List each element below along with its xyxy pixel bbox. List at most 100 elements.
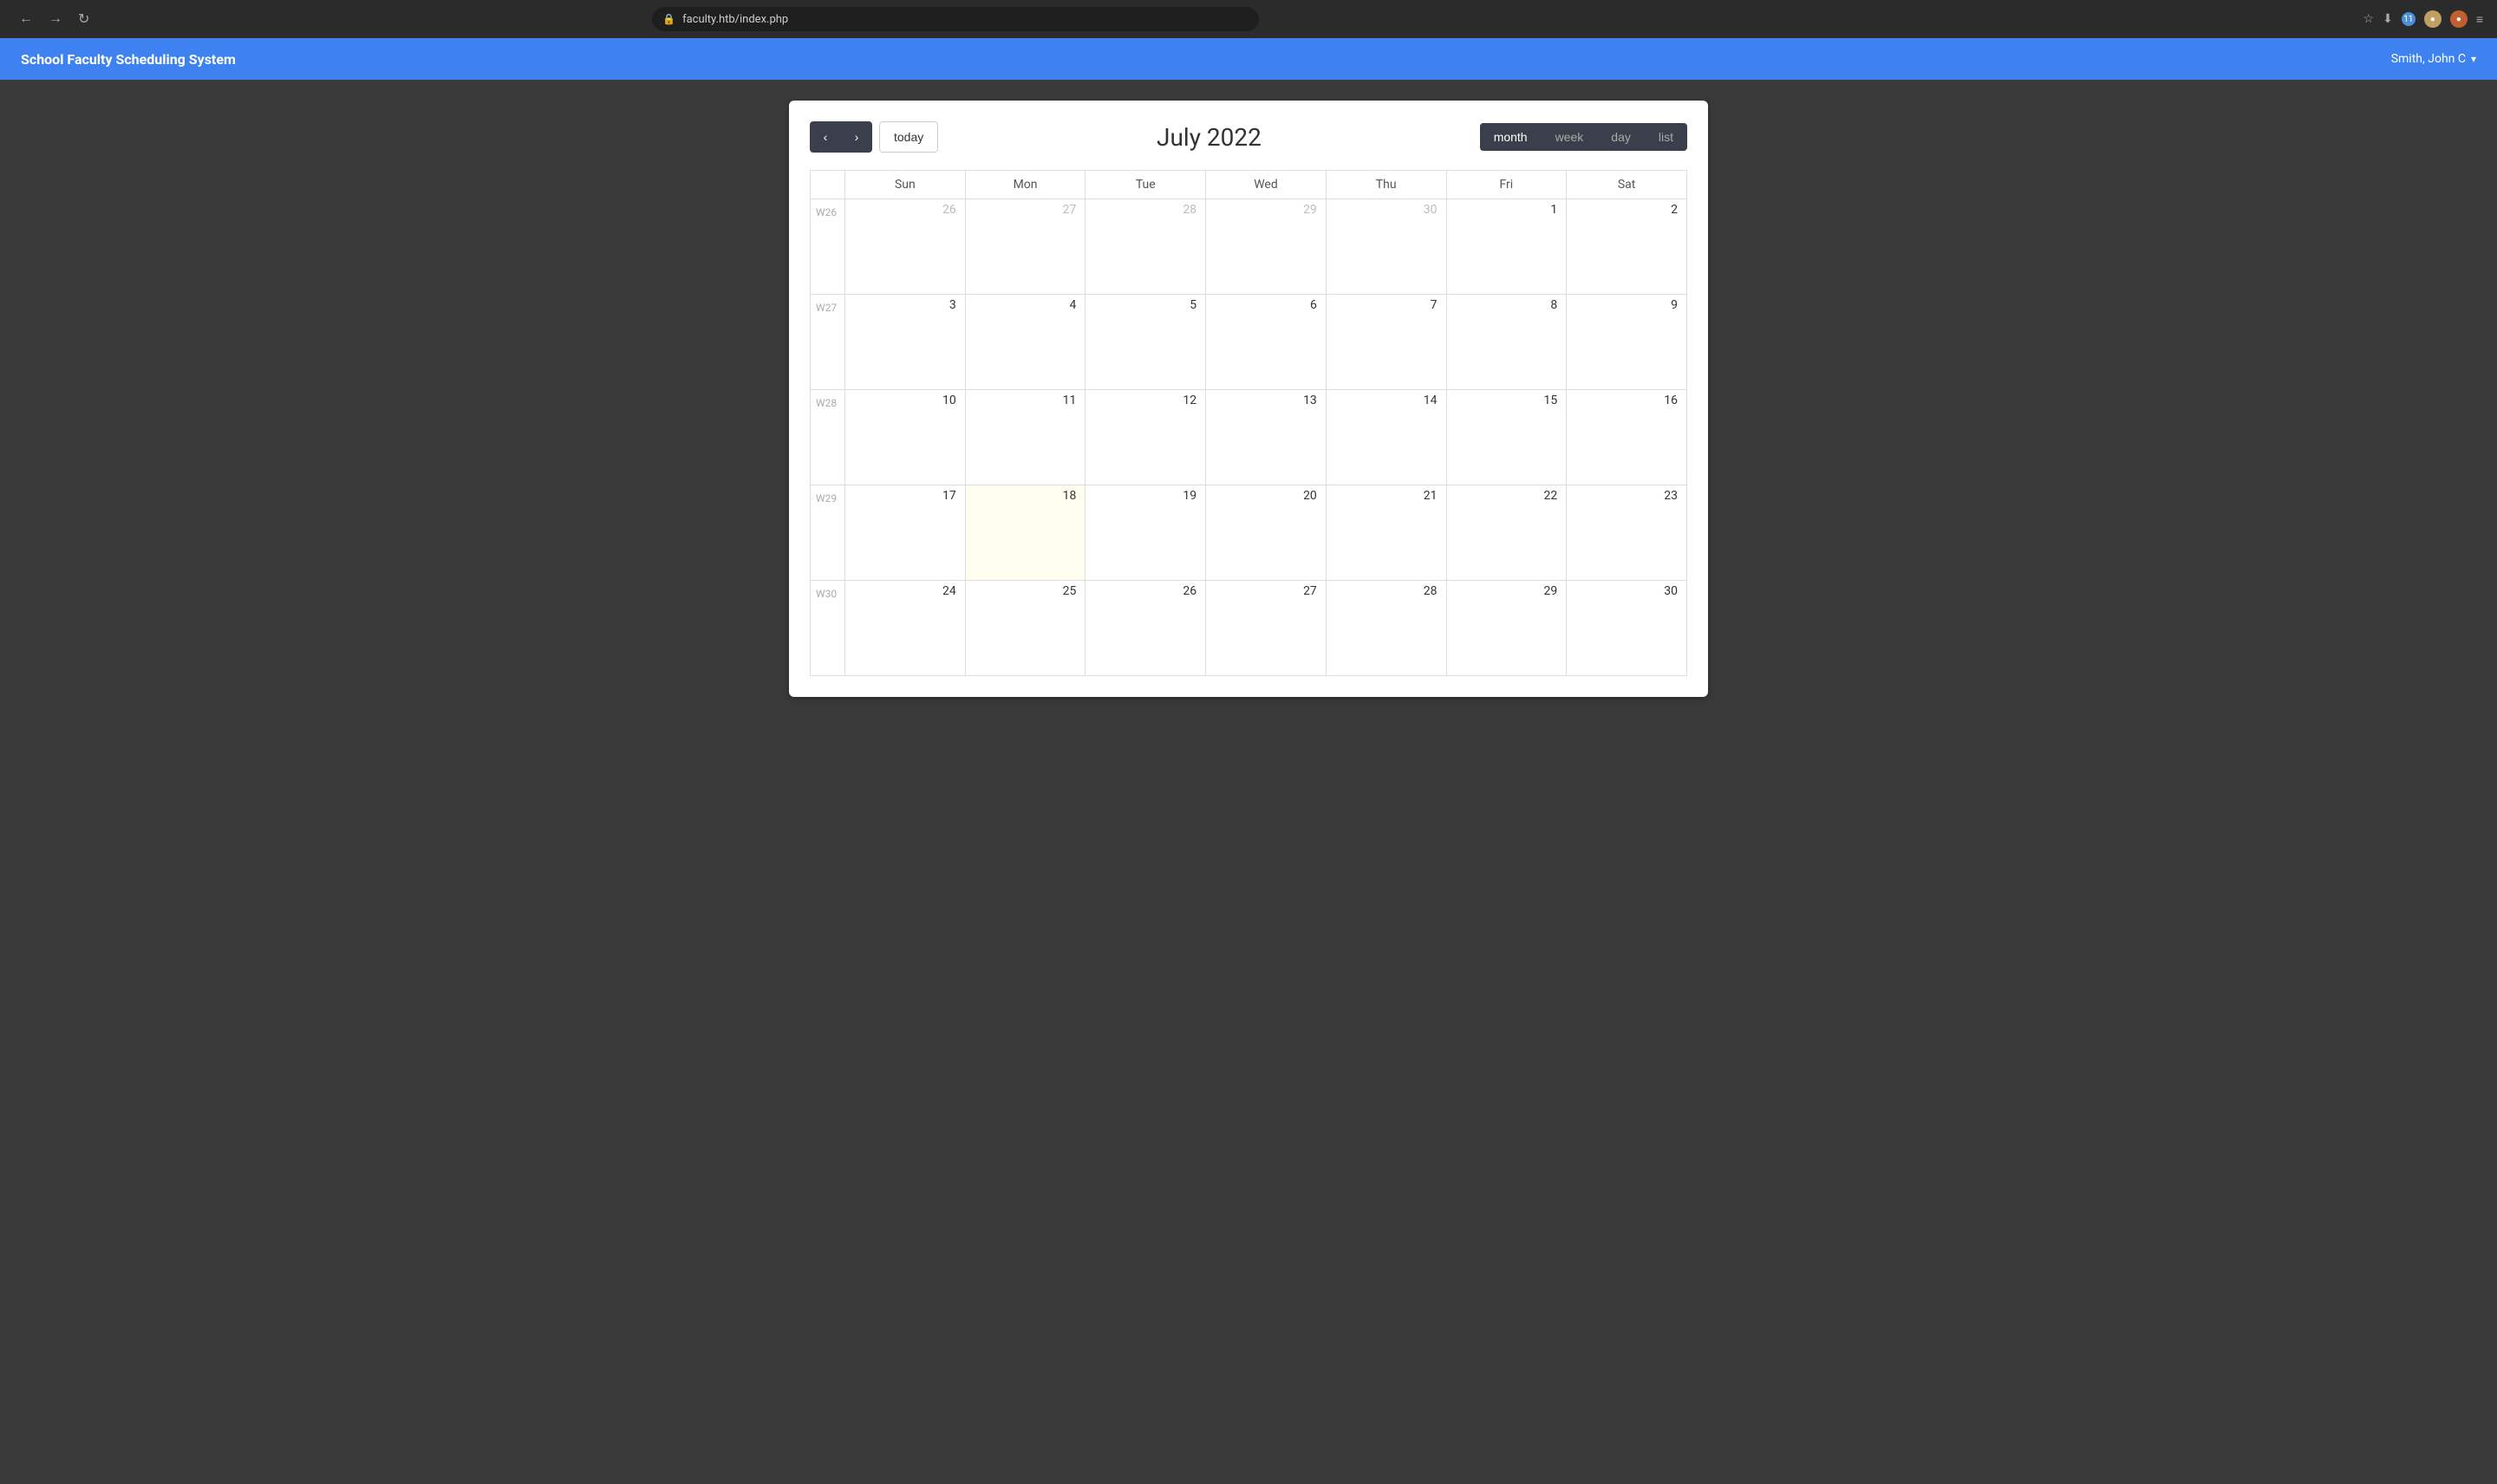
prev-button[interactable]: ‹ — [810, 121, 841, 153]
calendar-day-28-w1[interactable]: 28 — [1086, 199, 1206, 295]
view-month-button[interactable]: month — [1480, 123, 1542, 151]
calendar-day-28-w5[interactable]: 28 — [1326, 581, 1446, 676]
calendar-day-10-w3[interactable]: 10 — [845, 390, 966, 485]
view-day-button[interactable]: day — [1597, 123, 1645, 151]
calendar-day-26-w1[interactable]: 26 — [845, 199, 966, 295]
calendar-day-21-w4[interactable]: 21 — [1326, 485, 1446, 581]
calendar-day-7-w2[interactable]: 7 — [1326, 295, 1446, 390]
week-label: W29 — [816, 492, 837, 504]
col-header-fri: Fri — [1446, 171, 1567, 199]
browser-nav-buttons: ← → ↻ — [14, 7, 95, 31]
app-title: School Faculty Scheduling System — [21, 51, 236, 68]
day-number: 22 — [1452, 489, 1561, 503]
calendar-day-30-w1[interactable]: 30 — [1326, 199, 1446, 295]
calendar-day-11-w3[interactable]: 11 — [965, 390, 1086, 485]
day-number: 9 — [1572, 298, 1681, 312]
calendar-day-29-w5[interactable]: 29 — [1446, 581, 1567, 676]
calendar-day-27-w5[interactable]: 27 — [1206, 581, 1327, 676]
day-number: 17 — [851, 489, 960, 503]
week-number-W28: W28 — [811, 390, 845, 485]
calendar-day-14-w3[interactable]: 14 — [1326, 390, 1446, 485]
day-number: 27 — [971, 203, 1080, 217]
day-number: 5 — [1091, 298, 1200, 312]
day-number: 25 — [971, 584, 1080, 598]
browser-chrome: ← → ↻ 🔒 faculty.htb/index.php ☆ ⬇ 11 ● ●… — [0, 0, 2497, 38]
next-button[interactable]: › — [841, 121, 872, 153]
nav-buttons: ‹ › — [810, 121, 872, 153]
day-number: 7 — [1332, 298, 1441, 312]
menu-icon[interactable]: ≡ — [2476, 12, 2483, 27]
day-number: 26 — [1091, 584, 1200, 598]
week-label: W30 — [816, 588, 837, 600]
calendar-day-30-w5[interactable]: 30 — [1567, 581, 1687, 676]
calendar-day-24-w5[interactable]: 24 — [845, 581, 966, 676]
calendar-day-27-w1[interactable]: 27 — [965, 199, 1086, 295]
calendar-day-16-w3[interactable]: 16 — [1567, 390, 1687, 485]
calendar-title: July 2022 — [938, 123, 1479, 152]
calendar-day-18-w4[interactable]: 18 — [965, 485, 1086, 581]
calendar-day-22-w4[interactable]: 22 — [1446, 485, 1567, 581]
calendar-day-9-w2[interactable]: 9 — [1567, 295, 1687, 390]
page-content: ‹ › today July 2022 month week day list … — [0, 80, 2497, 718]
browser-icons: ☆ ⬇ 11 ● ● ≡ — [2363, 10, 2483, 28]
calendar-day-20-w4[interactable]: 20 — [1206, 485, 1327, 581]
week-col-header — [811, 171, 845, 199]
day-number: 23 — [1572, 489, 1681, 503]
calendar-day-17-w4[interactable]: 17 — [845, 485, 966, 581]
view-buttons: month week day list — [1480, 123, 1687, 151]
browser-forward-button[interactable]: → — [43, 7, 68, 31]
calendar-day-5-w2[interactable]: 5 — [1086, 295, 1206, 390]
day-number: 30 — [1332, 203, 1441, 217]
day-number: 15 — [1452, 394, 1561, 407]
calendar-day-4-w2[interactable]: 4 — [965, 295, 1086, 390]
calendar-day-12-w3[interactable]: 12 — [1086, 390, 1206, 485]
day-number: 6 — [1211, 298, 1320, 312]
calendar-day-26-w5[interactable]: 26 — [1086, 581, 1206, 676]
day-number: 24 — [851, 584, 960, 598]
view-week-button[interactable]: week — [1542, 123, 1598, 151]
week-number-W29: W29 — [811, 485, 845, 581]
user-dropdown-arrow: ▾ — [2471, 53, 2476, 65]
col-header-mon: Mon — [965, 171, 1086, 199]
browser-address-bar[interactable]: 🔒 faculty.htb/index.php — [652, 7, 1259, 31]
download-icon[interactable]: ⬇ — [2383, 12, 2393, 26]
app-header: School Faculty Scheduling System Smith, … — [0, 38, 2497, 80]
calendar-day-19-w4[interactable]: 19 — [1086, 485, 1206, 581]
day-number: 29 — [1211, 203, 1320, 217]
user-menu[interactable]: Smith, John C ▾ — [2391, 52, 2476, 66]
calendar-day-13-w3[interactable]: 13 — [1206, 390, 1327, 485]
extensions-badge[interactable]: 11 — [2402, 12, 2416, 26]
day-number: 3 — [851, 298, 960, 312]
security-icon: 🔒 — [662, 13, 675, 25]
col-header-thu: Thu — [1326, 171, 1446, 199]
day-number: 30 — [1572, 584, 1681, 598]
view-list-button[interactable]: list — [1645, 123, 1687, 151]
calendar-day-8-w2[interactable]: 8 — [1446, 295, 1567, 390]
calendar-day-23-w4[interactable]: 23 — [1567, 485, 1687, 581]
week-label: W27 — [816, 302, 837, 314]
week-label: W28 — [816, 397, 837, 409]
day-number: 20 — [1211, 489, 1320, 503]
bookmark-icon[interactable]: ☆ — [2363, 12, 2375, 26]
browser-back-button[interactable]: ← — [14, 7, 38, 31]
calendar-day-25-w5[interactable]: 25 — [965, 581, 1086, 676]
calendar-day-3-w2[interactable]: 3 — [845, 295, 966, 390]
calendar-day-2-w1[interactable]: 2 — [1567, 199, 1687, 295]
day-number: 13 — [1211, 394, 1320, 407]
day-number: 21 — [1332, 489, 1441, 503]
avatar-2[interactable]: ● — [2450, 10, 2468, 28]
calendar-day-6-w2[interactable]: 6 — [1206, 295, 1327, 390]
today-button[interactable]: today — [879, 121, 938, 153]
day-number: 12 — [1091, 394, 1200, 407]
calendar-container: ‹ › today July 2022 month week day list … — [789, 101, 1708, 697]
calendar-day-1-w1[interactable]: 1 — [1446, 199, 1567, 295]
calendar-day-29-w1[interactable]: 29 — [1206, 199, 1327, 295]
day-number: 16 — [1572, 394, 1681, 407]
calendar-grid: Sun Mon Tue Wed Thu Fri Sat W26262728293… — [810, 170, 1687, 676]
day-number: 10 — [851, 394, 960, 407]
avatar-1[interactable]: ● — [2424, 10, 2442, 28]
day-number: 29 — [1452, 584, 1561, 598]
browser-refresh-button[interactable]: ↻ — [73, 7, 95, 31]
col-header-wed: Wed — [1206, 171, 1327, 199]
calendar-day-15-w3[interactable]: 15 — [1446, 390, 1567, 485]
